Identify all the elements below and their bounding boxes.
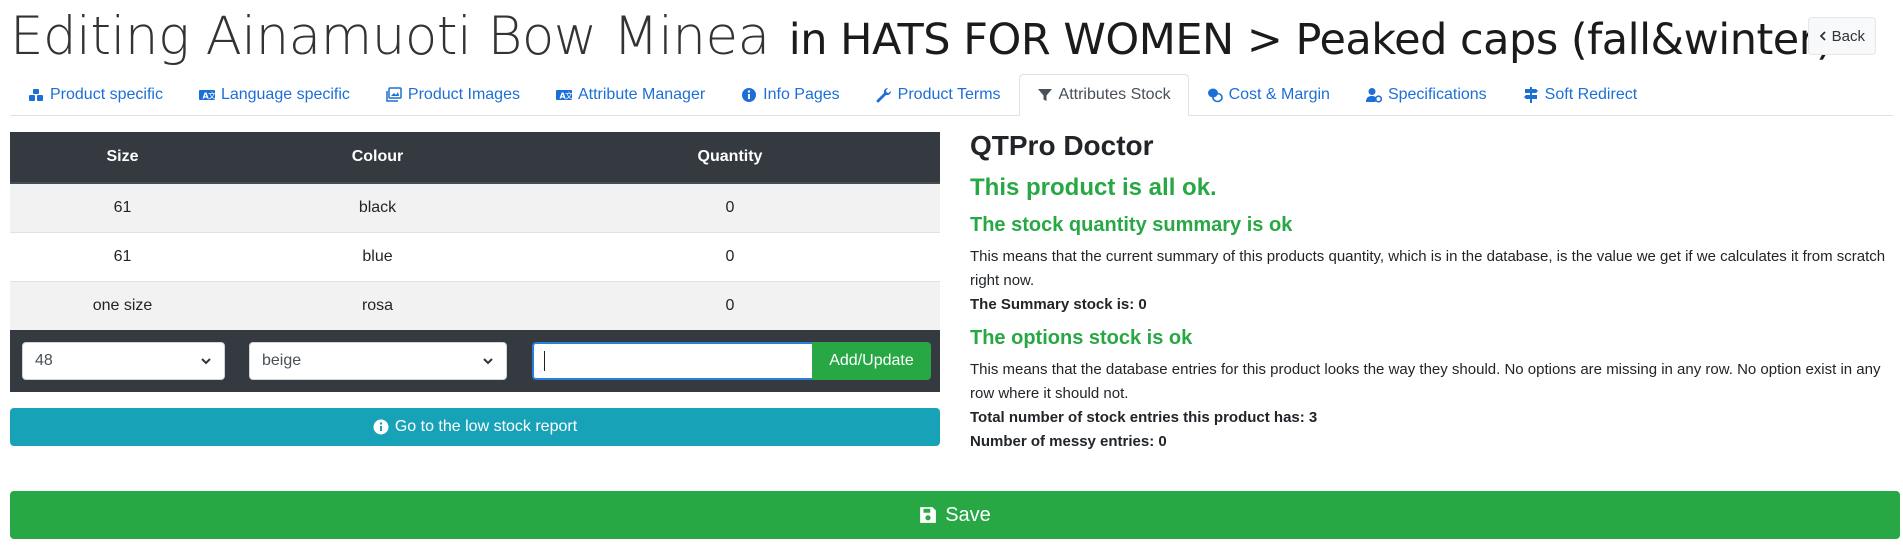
- info-icon: [742, 87, 757, 102]
- cell-size: one size: [10, 280, 235, 330]
- tab-soft-redirect[interactable]: Soft Redirect: [1505, 74, 1655, 115]
- text-cursor: [544, 351, 545, 371]
- tab-info-pages[interactable]: Info Pages: [723, 74, 858, 115]
- tab-attribute-manager[interactable]: A文 Attribute Manager: [538, 74, 723, 115]
- messy-entries: Number of messy entries: 0: [970, 433, 1167, 450]
- colour-select-value: beige: [262, 352, 302, 369]
- cell-colour: black: [235, 182, 520, 232]
- summary-text: This means that the current summary of t…: [970, 248, 1886, 289]
- tab-product-specific[interactable]: Product specific: [10, 74, 181, 115]
- tab-label: Attributes Stock: [1058, 86, 1171, 103]
- table-header-row: Size Colour Quantity: [10, 132, 940, 184]
- cell-colour: blue: [235, 231, 520, 281]
- stock-table: Size Colour Quantity 61 black 0 61 blue …: [10, 132, 940, 330]
- tab-label: Attribute Manager: [577, 85, 706, 103]
- cell-colour: rosa: [235, 280, 520, 330]
- tab-label: Language specific: [220, 85, 350, 103]
- tab-attributes-stock[interactable]: Attributes Stock: [1018, 74, 1189, 116]
- tab-specifications[interactable]: Specifications: [1348, 74, 1505, 115]
- table-row: 61 black 0: [10, 182, 940, 232]
- stock-entry-form: 48 beige Add/Update: [10, 330, 940, 392]
- signs-icon: [1523, 86, 1538, 103]
- options-heading: The options stock is ok: [970, 327, 1193, 349]
- low-stock-report-label: Go to the low stock report: [394, 418, 578, 435]
- tab-product-terms[interactable]: Product Terms: [858, 74, 1019, 115]
- save-button-label: Save: [945, 503, 991, 526]
- size-select[interactable]: 48: [22, 342, 225, 380]
- options-text: This means that the database entries for…: [970, 361, 1881, 402]
- coins-icon: [1207, 88, 1223, 102]
- floppy-disk-icon: [920, 507, 937, 523]
- quantity-input[interactable]: [532, 342, 822, 380]
- tab-label: Product Terms: [897, 85, 1001, 103]
- language-icon: A文: [198, 89, 215, 100]
- page-title: Editing Ainamuoti Bow Minea in HATS FOR …: [10, 6, 1833, 67]
- wrench-icon: [876, 87, 891, 102]
- chevron-down-icon: [201, 358, 211, 365]
- add-update-button[interactable]: Add/Update: [812, 342, 931, 380]
- chevron-down-icon: [483, 358, 493, 365]
- summary-stock: The Summary stock is: 0: [970, 296, 1147, 313]
- boxes-icon: [29, 88, 43, 101]
- images-icon: [386, 86, 402, 102]
- table-row: 61 blue 0: [10, 231, 940, 281]
- tab-label: Cost & Margin: [1228, 85, 1330, 103]
- language-icon: A文: [555, 89, 572, 100]
- tab-label: Product specific: [50, 85, 163, 103]
- column-header-size: Size: [10, 132, 235, 184]
- tab-label: Soft Redirect: [1544, 85, 1638, 103]
- back-button[interactable]: Back: [1807, 17, 1876, 55]
- svg-text:文: 文: [565, 90, 572, 100]
- total-entries: Total number of stock entries this produ…: [970, 409, 1318, 426]
- tab-label: Specifications: [1387, 85, 1487, 103]
- tab-language-specific[interactable]: A文 Language specific: [181, 74, 368, 115]
- cell-quantity: 0: [520, 280, 940, 330]
- cell-size: 61: [10, 182, 235, 232]
- page-title-main: Editing Ainamuoti Bow Minea: [10, 6, 770, 67]
- page-title-category: in HATS FOR WOMEN > Peaked caps (fall&wi…: [788, 15, 1833, 65]
- doctor-status: This product is all ok.: [970, 174, 1217, 201]
- tab-label: Product Images: [407, 85, 520, 103]
- tab-cost-margin[interactable]: Cost & Margin: [1189, 74, 1348, 115]
- cell-size: 61: [10, 231, 235, 281]
- back-button-label: Back: [1831, 27, 1865, 45]
- chevron-left-icon: [1819, 28, 1827, 45]
- save-button[interactable]: Save: [10, 491, 1900, 539]
- filter-icon: [1037, 89, 1052, 101]
- column-header-colour: Colour: [235, 132, 520, 184]
- size-select-value: 48: [35, 352, 53, 369]
- colour-select[interactable]: beige: [249, 342, 507, 380]
- user-cog-icon: [1365, 87, 1382, 103]
- info-icon: [373, 419, 389, 435]
- doctor-title: QTPro Doctor: [970, 130, 1154, 161]
- tab-product-images[interactable]: Product Images: [368, 74, 538, 115]
- tab-bar: Product specific A文 Language specific Pr…: [10, 74, 1893, 116]
- summary-heading: The stock quantity summary is ok: [970, 214, 1293, 236]
- cell-quantity: 0: [520, 231, 940, 281]
- cell-quantity: 0: [520, 182, 940, 232]
- column-header-quantity: Quantity: [520, 132, 940, 184]
- qtpro-doctor-panel: QTPro Doctor This product is all ok. The…: [970, 130, 1895, 454]
- tab-label: Info Pages: [763, 85, 840, 103]
- low-stock-report-button[interactable]: Go to the low stock report: [10, 408, 940, 446]
- table-row: one size rosa 0: [10, 280, 940, 330]
- svg-text:文: 文: [208, 90, 215, 100]
